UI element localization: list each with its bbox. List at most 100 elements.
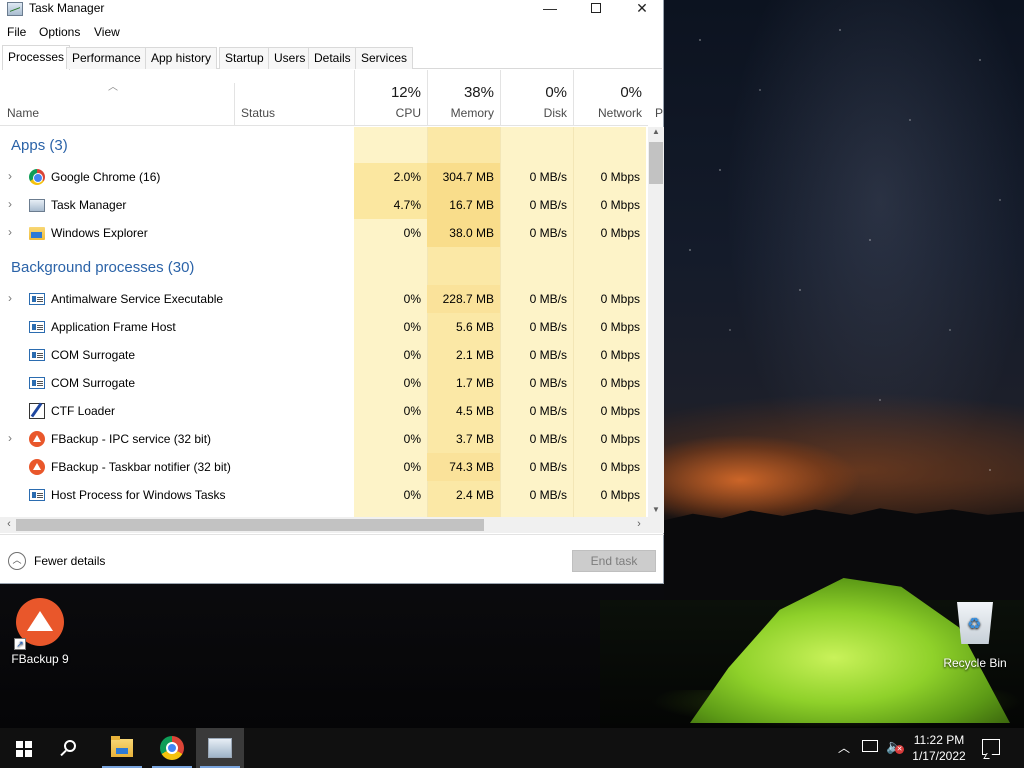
process-row[interactable]: FBackup - Taskbar notifier (32 bit) 0% 74.… [0,453,646,481]
taskbar-file-explorer[interactable] [98,728,146,768]
chevron-up-circle-icon[interactable]: ︿ [8,552,26,570]
memory-value: 74.3 MB [449,460,494,474]
network-value: 0 Mbps [600,198,640,212]
expand-chevron-icon[interactable]: › [8,197,12,211]
cpu-value: 0% [403,226,421,240]
scroll-right-icon[interactable]: › [632,518,646,530]
show-hidden-icons-chevron-icon[interactable]: ︿ [838,739,850,768]
process-name: Antimalware Service Executable [51,292,224,306]
memory-value: 16.7 MB [449,198,494,212]
tab-services[interactable]: Services [355,47,414,69]
file-explorer-icon [29,227,45,240]
network-value: 0 Mbps [600,404,640,418]
process-row[interactable]: Host Process for Windows Tasks 0% 2.4 MB 0 … [0,481,646,509]
column-header-cpu[interactable]: 12% CPU [354,70,427,126]
notification-center-icon[interactable] [982,739,1000,755]
process-row[interactable]: COM Surrogate 0% 2.1 MB 0 MB/s 0 Mbps [0,341,646,369]
process-row[interactable]: › FBackup - IPC service (32 bit) 0% 3.7 MB 0… [0,425,646,453]
service-icon [29,293,45,305]
process-name: Task Manager [51,198,127,212]
muted-badge-icon: ✕ [895,745,904,754]
menu-file[interactable]: File [7,25,26,39]
scroll-down-icon[interactable]: ▼ [648,505,664,517]
process-row[interactable]: › Google Chrome (16) 2.0% 304.7 MB 0 MB/s 0 M… [0,163,646,191]
process-row[interactable]: COM Surrogate 0% 1.7 MB 0 MB/s 0 Mbps [0,369,646,397]
disk-value: 0 MB/s [529,404,567,418]
memory-value: 304.7 MB [442,170,494,184]
disk-value: 0 MB/s [529,226,567,240]
column-header-disk[interactable]: 0% Disk [500,70,573,126]
fbackup-icon [29,459,45,475]
group-header-apps[interactable]: Apps (3) [11,137,68,154]
footer: ︿ Fewer details End task [0,534,664,584]
column-header-memory[interactable]: 38% Memory [427,70,500,126]
network-value: 0 Mbps [600,226,640,240]
title-bar[interactable]: Task Manager — ✕ [0,0,663,20]
fewer-details-link[interactable]: Fewer details [34,554,105,568]
vertical-scrollbar[interactable]: ▲ ▼ [648,127,664,517]
disk-value: 0 MB/s [529,170,567,184]
tab-details[interactable]: Details [308,47,357,69]
process-row[interactable]: › Task Manager 4.7% 16.7 MB 0 MB/s 0 Mbps [0,191,646,219]
recycle-bin-icon [957,602,993,644]
network-value: 0 Mbps [600,348,640,362]
scroll-thumb[interactable] [649,142,663,184]
memory-value: 38.0 MB [449,226,494,240]
desktop-icon-fbackup[interactable]: ↗ FBackup 9 [2,598,78,666]
scroll-left-icon[interactable]: ‹ [2,518,16,530]
taskbar-chrome[interactable] [148,728,196,768]
chrome-icon [160,736,184,760]
process-row[interactable]: › Windows Explorer 0% 38.0 MB 0 MB/s 0 Mbps [0,219,646,247]
group-header-background[interactable]: Background processes (30) [11,259,194,276]
horizontal-scrollbar[interactable]: ‹ › [0,517,648,533]
tab-bar: Processes Performance App history Startu… [2,45,662,70]
sort-ascending-icon[interactable]: ︿ [108,78,118,93]
memory-value: 228.7 MB [442,292,494,306]
column-header-status[interactable]: Status [241,106,275,120]
scroll-up-icon[interactable]: ▲ [648,127,664,139]
service-icon [29,489,45,501]
menu-view[interactable]: View [94,25,120,39]
column-header-name[interactable]: Name [7,106,39,120]
cpu-value: 0% [403,460,421,474]
end-task-button[interactable]: End task [572,550,656,572]
tab-performance[interactable]: Performance [66,47,147,69]
network-icon[interactable] [862,740,878,752]
desktop-icon-recycle-bin[interactable]: Recycle Bin [937,600,1013,670]
cpu-value: 0% [403,488,421,502]
close-button[interactable]: ✕ [619,0,665,20]
minimize-button[interactable]: — [527,0,573,20]
process-row[interactable]: Application Frame Host 0% 5.6 MB 0 MB/s 0 Mb… [0,313,646,341]
column-header-network[interactable]: 0% Network [573,70,648,126]
maximize-icon [591,3,601,13]
tab-users[interactable]: Users [268,47,312,69]
scrollbar-corner [648,517,664,533]
process-name: Google Chrome (16) [51,170,161,184]
hscroll-thumb[interactable] [16,519,484,531]
maximize-button[interactable] [573,0,619,20]
start-button[interactable] [0,728,48,768]
tab-app-history[interactable]: App history [145,47,218,69]
column-header-power-partial[interactable]: P [655,106,663,120]
expand-chevron-icon[interactable]: › [8,169,12,183]
taskbar-task-manager[interactable] [196,728,244,768]
disk-value: 0 MB/s [529,432,567,446]
network-label: Network [597,106,642,120]
tab-startup[interactable]: Startup [219,47,270,69]
process-name: CTF Loader [51,404,116,418]
window-title: Task Manager [29,1,105,15]
expand-chevron-icon[interactable]: › [8,225,12,239]
menu-options[interactable]: Options [39,25,80,39]
expand-chevron-icon[interactable]: › [8,431,12,445]
process-row[interactable]: › Antimalware Service Executable 0% 228.7 M… [0,285,646,313]
column-divider[interactable] [234,83,235,126]
expand-chevron-icon[interactable]: › [8,291,12,305]
cpu-total: 12% [390,84,421,101]
tab-processes[interactable]: Processes [2,45,71,70]
clock[interactable]: 11:22 PM 1/17/2022 [910,732,968,764]
task-manager-icon [7,2,23,16]
search-button[interactable] [48,728,96,768]
disk-value: 0 MB/s [529,292,567,306]
process-name: COM Surrogate [51,348,136,362]
process-row[interactable]: CTF Loader 0% 4.5 MB 0 MB/s 0 Mbps [0,397,646,425]
